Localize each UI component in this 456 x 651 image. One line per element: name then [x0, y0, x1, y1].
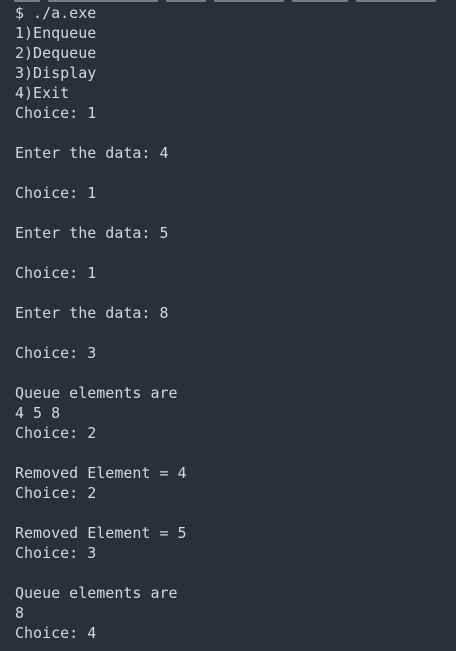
output-line: Choice: 2 [15, 484, 97, 502]
output-line: 4 5 8 [15, 404, 61, 422]
output-line: Choice: 1 [15, 104, 97, 122]
output-line: Choice: 3 [15, 544, 97, 562]
output-line: Enter the data: 8 [15, 304, 169, 322]
output-line: Choice: 4 [15, 624, 97, 642]
output-line: Choice: 1 [15, 184, 97, 202]
menu-line: 1)Enqueue [15, 24, 97, 42]
output-line: 8 [15, 604, 25, 622]
output-line: Removed Element = 4 [15, 464, 187, 482]
output-line: Choice: 1 [15, 264, 97, 282]
output-line: Enter the data: 5 [15, 224, 169, 242]
output-line: Queue elements are [15, 384, 178, 402]
terminal-window[interactable]: $ ./a.exe 1)Enqueue 2)Dequeue 3)Display … [0, 0, 456, 651]
terminal-output: $ ./a.exe 1)Enqueue 2)Dequeue 3)Display … [15, 3, 445, 643]
menu-line: 3)Display [15, 64, 97, 82]
output-line: Queue elements are [15, 584, 178, 602]
menu-line: 2)Dequeue [15, 44, 97, 62]
menu-line: 4)Exit [15, 84, 70, 102]
output-line: Choice: 3 [15, 344, 97, 362]
output-line: Enter the data: 4 [15, 144, 169, 162]
output-line: Choice: 2 [15, 424, 97, 442]
prompt-line: $ ./a.exe [15, 4, 97, 22]
output-line: Removed Element = 5 [15, 524, 187, 542]
